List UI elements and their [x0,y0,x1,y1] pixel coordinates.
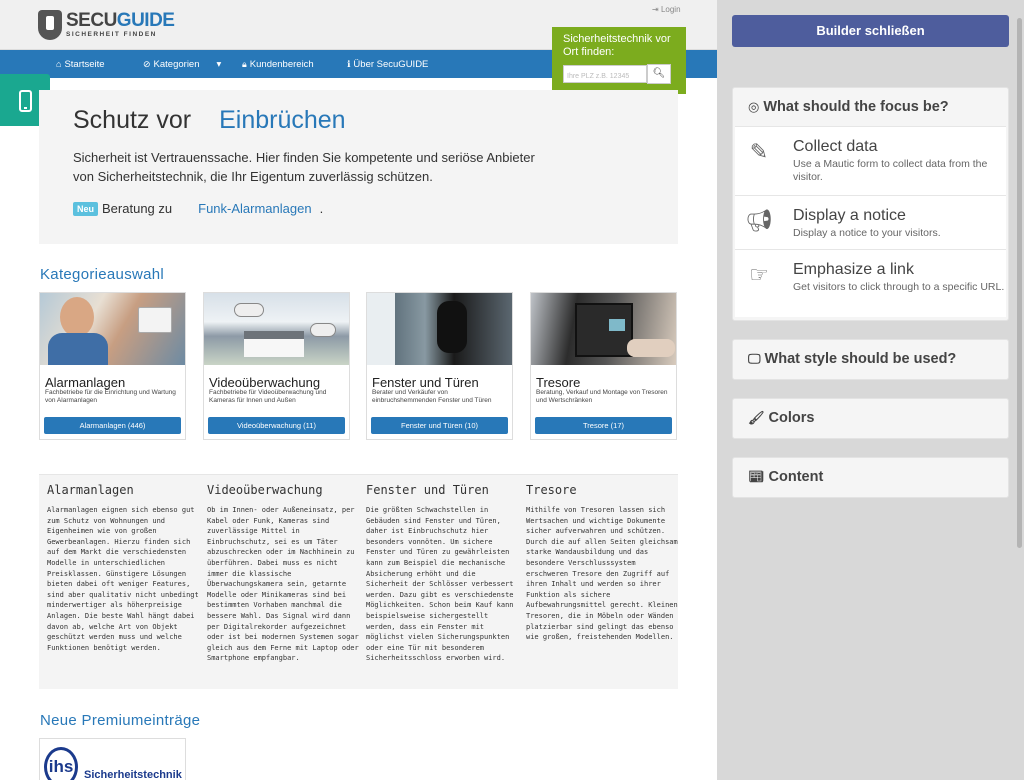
category-heading: Kategorieauswahl [40,266,165,283]
category-card-tresore[interactable]: Tresore Beratung, Verkauf und Montage vo… [530,292,677,440]
nav-startseite[interactable]: ⌂ Startseite [56,50,105,78]
text-column-alarmanlagen: Alarmanlagen Alarmanlagen eignen sich eb… [47,483,202,653]
focus-option-label: Display a notice [793,207,906,224]
login-icon: ⇥ [652,5,659,14]
focus-option-desc: Display a notice to your visitors. [793,227,941,239]
card-desc: Fachbetriebe für Videoüberwachung und Ka… [209,389,327,404]
lighthouse-shield-icon [38,10,62,40]
colors-section-header[interactable]: 🖌︎ Colors [733,399,1008,437]
category-text-block: Alarmanlagen Alarmanlagen eignen sich eb… [39,474,678,689]
funk-alarmanlagen-link[interactable]: Funk-Alarmanlagen [198,201,311,216]
nav-kategorien[interactable]: ⊘ Kategorien ▾ [143,50,221,78]
colors-section[interactable]: 🖌︎ Colors [732,398,1009,439]
card-desc: Berater und Verkäufer von einbruchshemme… [372,389,492,404]
nav-kundenbereich[interactable]: 🔒︎ Kundenbereich [242,50,314,78]
videoueberwachung-button[interactable]: Videoüberwachung (11) [208,417,345,434]
focus-option-desc: Get visitors to click through to a speci… [793,281,1005,293]
fenster-tueren-button[interactable]: Fenster und Türen (10) [371,417,508,434]
hand-pointer-icon: ☞ [749,262,769,287]
tresore-button[interactable]: Tresore (17) [535,417,672,434]
focus-option-label: Collect data [793,138,878,155]
focus-option-collect-data[interactable]: ✎ Collect data Use a Mautic form to coll… [735,126,1006,195]
premium-heading: Neue Premiumeinträge [40,712,201,729]
website-preview: SECUGUIDE SICHERHEIT FINDEN ⇥ Login ⌂ Sta… [0,0,717,780]
focus-section: ◎ What should the focus be? ✎ Collect dat… [732,87,1009,321]
home-icon: ⌂ [56,59,62,69]
compass-icon: ⊘ [143,59,151,69]
style-section[interactable]: 🖵︎ What style should be used? [732,339,1009,380]
text-column-body: Ob im Innen- oder Außeneinsatz, per Kabe… [207,506,359,663]
card-title: Tresore [536,375,581,390]
text-column-body: Alarmanlagen eignen sich ebenso gut zum … [47,506,199,652]
hero-box: Schutz vor Einbrüchen Sicherheit ist Vert… [39,90,678,244]
content-section-header[interactable]: 📰︎ Content [733,458,1008,496]
focus-section-header[interactable]: ◎ What should the focus be? [733,88,1008,126]
premium-entry-name: Sicherheitstechnik [84,769,182,780]
text-column-body: Mithilfe von Tresoren lassen sich Wertsa… [526,506,678,642]
finder-title: Sicherheitstechnik vor Ort finden: [563,33,671,58]
nav-ueber[interactable]: ℹ Über SecuGUIDE [347,50,428,78]
search-button[interactable]: 🔍︎ [647,64,671,84]
bullseye-icon: ◎ [748,99,760,114]
category-card-alarmanlagen[interactable]: Alarmanlagen Fachbetriebe für die Einric… [39,292,186,440]
info-icon: ℹ [347,59,351,69]
focus-option-emphasize-link[interactable]: ☞ Emphasize a link Get visitors to click… [735,249,1006,317]
burglar-window-image [367,293,512,365]
login-link[interactable]: ⇥ Login [652,5,681,14]
text-column-title: Fenster und Türen [366,483,489,497]
focus-option-desc: Use a Mautic form to collect data from t… [793,158,988,183]
close-builder-button[interactable]: Builder schließen [732,15,1009,47]
newspaper-icon: 📰︎ [748,469,765,484]
alarmanlagen-button[interactable]: Alarmanlagen (446) [44,417,181,434]
category-card-videoueberwachung[interactable]: Videoüberwachung Fachbetriebe für Videoü… [203,292,350,440]
focus-option-label: Emphasize a link [793,261,914,278]
panel-scrollbar[interactable] [1015,0,1024,780]
logo-wordmark: SECUGUIDE [66,10,175,32]
desktop-icon: 🖵︎ [748,351,761,366]
content-section[interactable]: 📰︎ Content [732,457,1009,498]
site-logo[interactable]: SECUGUIDE SICHERHEIT FINDEN [38,10,175,40]
card-title: Fenster und Türen [372,375,479,390]
text-column-body: Die größten Schwachstellen in Gebäuden s… [366,506,514,663]
safe-image [531,293,676,365]
text-column-title: Alarmanlagen [47,483,134,497]
location-finder: Sicherheitstechnik vor Ort finden: Ihre … [552,27,686,94]
hero-title: Schutz vor Einbrüchen [73,106,346,134]
hero-news: Neu Beratung zu Funk-Alarmanlagen. [73,201,323,216]
card-desc: Fachbetriebe für die Einrichtung und War… [45,389,176,404]
zip-input[interactable]: Ihre PLZ z.B. 12345 [563,65,647,83]
style-section-header[interactable]: 🖵︎ What style should be used? [733,340,1008,378]
alarm-panel-image [40,293,185,365]
card-title: Videoüberwachung [209,375,321,390]
focus-option-display-notice[interactable]: 📢︎ Display a notice Display a notice to … [735,195,1006,249]
ihs-logo: ihs [44,747,78,780]
new-badge: Neu [73,202,99,216]
hero-text: Sicherheit ist Vertrauenssache. Hier fin… [73,150,535,184]
text-column-videoueberwachung: Videoüberwachung Ob im Innen- oder Außen… [207,483,362,664]
bullhorn-icon: 📢︎ [745,208,773,233]
card-desc: Beratung, Verkauf und Montage von Tresor… [536,389,668,404]
lock-icon: 🔒︎ [242,59,247,69]
search-icon: 🔍︎ [652,68,666,79]
text-column-title: Videoüberwachung [207,483,323,497]
edit-icon: ✎ [749,139,769,164]
text-column-title: Tresore [526,483,577,497]
security-camera-image [204,293,349,365]
caret-down-icon: ▾ [216,59,222,70]
mobile-phone-icon [18,90,32,113]
scrollbar-thumb[interactable] [1017,18,1022,548]
premium-entry-card[interactable]: ihs Sicherheitstechnik [39,738,186,780]
text-column-tresore: Tresore Mithilfe von Tresoren lassen sic… [526,483,681,643]
card-title: Alarmanlagen [45,375,126,390]
logo-tagline: SICHERHEIT FINDEN [66,31,157,39]
paint-brush-icon: 🖌︎ [748,410,765,425]
category-card-fenster-tueren[interactable]: Fenster und Türen Berater und Verkäufer … [366,292,513,440]
text-column-fenster-tueren: Fenster und Türen Die größten Schwachste… [366,483,521,664]
